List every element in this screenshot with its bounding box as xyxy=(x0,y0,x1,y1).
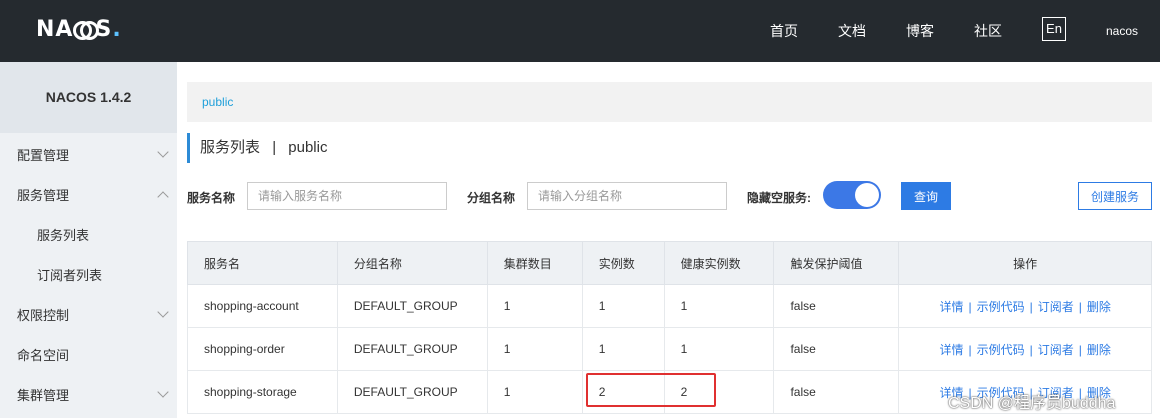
cell-threshold: false xyxy=(773,327,900,371)
table-row: shopping-account DEFAULT_GROUP 1 1 1 fal… xyxy=(187,284,1152,328)
cell-threshold: false xyxy=(773,284,900,328)
sidebar-item-label: 命名空间 xyxy=(17,348,70,363)
nav-blog[interactable]: 博客 xyxy=(906,21,934,41)
delete-link[interactable]: 删除 xyxy=(1087,343,1111,357)
cell-instance-count: 1 xyxy=(581,327,665,371)
sidebar-item-namespace[interactable]: 命名空间 xyxy=(0,336,177,376)
table-header-row: 服务名 分组名称 集群数目 实例数 健康实例数 触发保护阈值 操作 xyxy=(187,241,1152,285)
cell-healthy-count: 1 xyxy=(663,284,775,328)
col-actions: 操作 xyxy=(898,241,1152,285)
page-title-text: 服务列表 xyxy=(200,139,261,156)
chevron-up-icon xyxy=(157,191,169,203)
hide-empty-label: 隐藏空服务: xyxy=(747,191,811,205)
cell-cluster-count: 1 xyxy=(486,327,583,371)
col-group-name: 分组名称 xyxy=(336,241,488,285)
sidebar-item-label: 权限控制 xyxy=(17,308,70,323)
group-name-label: 分组名称 xyxy=(467,191,516,205)
sidebar-item-service-management[interactable]: 服务管理 xyxy=(0,176,177,216)
annotation-highlight-box xyxy=(586,373,716,407)
cell-actions: 详情 | 示例代码 | 订阅者 | 删除 xyxy=(898,327,1152,371)
title-separator: | xyxy=(272,139,277,156)
col-protect-threshold: 触发保护阈值 xyxy=(773,241,900,285)
csdn-watermark: CSDN @程序员buddha xyxy=(948,395,1116,412)
delete-link[interactable]: 删除 xyxy=(1087,300,1111,314)
cell-service-name: shopping-order xyxy=(187,327,338,371)
cell-service-name: shopping-account xyxy=(187,284,338,328)
namespace-bar: public xyxy=(187,82,1152,122)
sidebar-item-label: 订阅者列表 xyxy=(37,268,103,283)
sidebar-item-service-list[interactable]: 服务列表 xyxy=(0,216,177,256)
detail-link[interactable]: 详情 xyxy=(939,300,963,314)
page-title: 服务列表 | public xyxy=(187,133,327,163)
sidebar-item-access-control[interactable]: 权限控制 xyxy=(0,296,177,336)
toggle-knob xyxy=(855,183,879,207)
sidebar: NACOS 1.4.2 配置管理 服务管理 服务列表 订阅者列表 权限控制 命名… xyxy=(0,62,177,418)
sidebar-item-label: 服务管理 xyxy=(17,188,70,203)
sidebar-item-label: 服务列表 xyxy=(37,228,90,243)
cell-threshold: false xyxy=(773,370,900,414)
subscriber-link[interactable]: 订阅者 xyxy=(1038,300,1074,314)
nacos-logo[interactable]: NA S. xyxy=(36,17,122,42)
cell-group-name: DEFAULT_GROUP xyxy=(336,284,488,328)
cell-service-name: shopping-storage xyxy=(187,370,338,414)
table-row: shopping-order DEFAULT_GROUP 1 1 1 false… xyxy=(187,327,1152,371)
cell-cluster-count: 1 xyxy=(486,284,583,328)
cell-instance-count: 1 xyxy=(581,284,665,328)
query-button[interactable]: 查询 xyxy=(901,182,951,210)
chevron-down-icon xyxy=(157,386,169,398)
language-switch-button[interactable]: En xyxy=(1042,17,1066,41)
sidebar-item-label: 配置管理 xyxy=(17,148,70,163)
detail-link[interactable]: 详情 xyxy=(939,343,963,357)
cell-group-name: DEFAULT_GROUP xyxy=(336,370,488,414)
group-name-input[interactable] xyxy=(527,182,727,210)
namespace-link-public[interactable]: public xyxy=(202,95,233,109)
nav-home[interactable]: 首页 xyxy=(770,21,798,41)
create-service-button[interactable]: 创建服务 xyxy=(1078,182,1152,210)
subscriber-link[interactable]: 订阅者 xyxy=(1038,343,1074,357)
col-cluster-count: 集群数目 xyxy=(486,241,583,285)
chevron-down-icon xyxy=(157,146,169,158)
cell-group-name: DEFAULT_GROUP xyxy=(336,327,488,371)
hide-empty-toggle[interactable] xyxy=(823,181,881,209)
cell-cluster-count: 1 xyxy=(486,370,583,414)
cell-actions: 详情 | 示例代码 | 订阅者 | 删除 xyxy=(898,284,1152,328)
cell-healthy-count: 1 xyxy=(663,327,775,371)
col-service-name: 服务名 xyxy=(187,241,338,285)
nav-community[interactable]: 社区 xyxy=(974,21,1002,41)
sidebar-item-label: 集群管理 xyxy=(17,388,70,403)
sample-code-link[interactable]: 示例代码 xyxy=(977,343,1025,357)
top-navbar: NA S. 首页 文档 博客 社区 En nacos xyxy=(0,0,1160,62)
nav-docs[interactable]: 文档 xyxy=(838,21,866,41)
col-instance-count: 实例数 xyxy=(581,241,665,285)
page-title-namespace: public xyxy=(288,139,328,156)
user-menu[interactable]: nacos xyxy=(1106,24,1138,38)
service-name-label: 服务名称 xyxy=(187,191,236,205)
sample-code-link[interactable]: 示例代码 xyxy=(977,300,1025,314)
sidebar-item-cluster-management[interactable]: 集群管理 xyxy=(0,376,177,416)
sidebar-item-subscriber-list[interactable]: 订阅者列表 xyxy=(0,256,177,296)
sidebar-item-config[interactable]: 配置管理 xyxy=(0,136,177,176)
chevron-down-icon xyxy=(157,306,169,318)
service-name-input[interactable] xyxy=(247,182,447,210)
sidebar-version-title: NACOS 1.4.2 xyxy=(0,62,177,133)
col-healthy-instance-count: 健康实例数 xyxy=(663,241,775,285)
